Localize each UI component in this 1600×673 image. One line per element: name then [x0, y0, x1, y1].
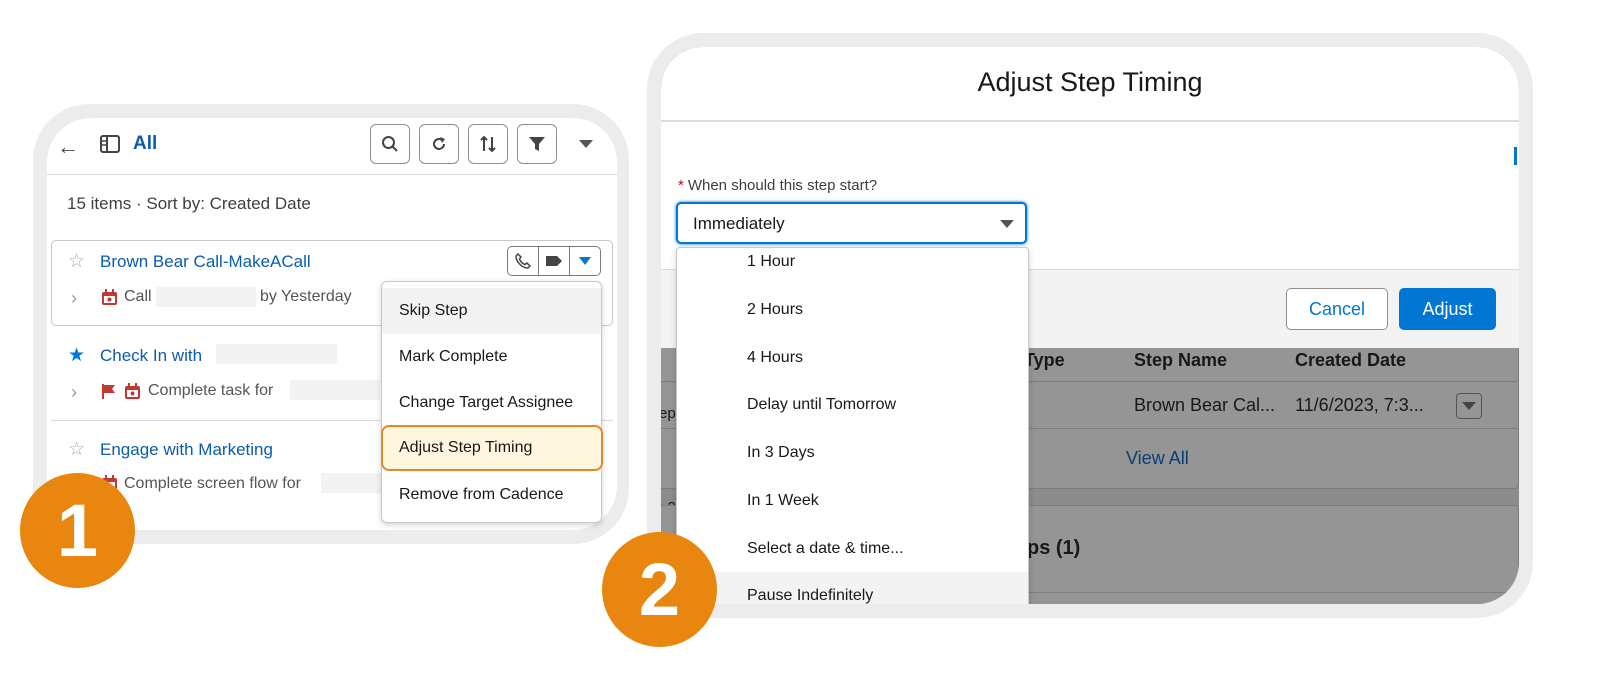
modal-title: Adjust Step Timing [977, 67, 1203, 97]
background-col-created-date: Created Date [1295, 350, 1407, 370]
option-2-hours[interactable]: 2 Hours [677, 286, 1028, 333]
item-action-group [507, 246, 601, 276]
option-1-hour[interactable]: 1 Hour [677, 248, 1028, 285]
menu-item-remove-from-cadence[interactable]: Remove from Cadence [382, 472, 601, 518]
required-marker: * [678, 177, 684, 194]
flag-icon [102, 384, 115, 399]
cancel-button[interactable]: Cancel [1286, 288, 1388, 330]
menu-item-skip-step[interactable]: Skip Step [382, 288, 601, 334]
menu-item-change-target-assignee[interactable]: Change Target Assignee [382, 380, 601, 426]
search-icon [382, 136, 398, 152]
list-item-count: 15 items · Sort by: Created Date [67, 194, 311, 213]
star-filled-icon[interactable]: ★ [68, 344, 85, 367]
background-row-created: 11/6/2023, 7:3... [1295, 395, 1424, 415]
filter-button[interactable] [517, 124, 557, 164]
filter-icon [529, 137, 545, 151]
refresh-icon [433, 137, 445, 150]
refresh-button[interactable] [419, 124, 459, 164]
chevron-right-icon[interactable]: › [71, 382, 77, 403]
background-scroll-accent [1514, 147, 1517, 165]
menu-item-mark-complete[interactable]: Mark Complete [382, 334, 601, 380]
item-due: by Yesterday [260, 288, 352, 305]
background-row-menu-button [1456, 393, 1482, 419]
back-arrow-icon[interactable]: ← [57, 134, 79, 160]
star-outline-icon[interactable]: ☆ [68, 250, 85, 273]
step-start-combobox[interactable]: Immediately [676, 202, 1027, 244]
option-in-1-week[interactable]: In 1 Week [677, 477, 1028, 524]
item-subtype: Call [124, 288, 152, 305]
redacted-name [156, 287, 256, 307]
search-button[interactable] [370, 124, 410, 164]
combobox-value: Immediately [693, 214, 785, 233]
background-col-step-name: Step Name [1134, 350, 1228, 370]
option-4-hours[interactable]: 4 Hours [677, 334, 1028, 381]
when-start-label-text: When should this step start? [687, 177, 878, 194]
calendar-icon [125, 383, 140, 399]
sort-arrows-icon [480, 135, 496, 153]
menu-item-adjust-step-timing[interactable]: Adjust Step Timing [381, 425, 603, 471]
option-select-date-time[interactable]: Select a date & time... [677, 525, 1028, 572]
modal-header-divider [661, 120, 1519, 122]
chevron-down-icon [1462, 402, 1476, 410]
chevron-down-icon [579, 257, 591, 265]
list-item-title[interactable]: Engage with Marketing [100, 440, 273, 460]
list-item-title[interactable]: Brown Bear Call-MakeACall [100, 252, 311, 272]
chevron-down-icon [579, 140, 593, 148]
chevron-down-icon [1000, 220, 1014, 228]
list-item-title[interactable]: Check In with [100, 346, 202, 366]
tag-icon [546, 256, 562, 266]
redacted-name [216, 344, 337, 364]
option-in-3-days[interactable]: In 3 Days [677, 429, 1028, 476]
step-badge-2: 2 [602, 532, 717, 647]
chevron-right-icon[interactable]: › [71, 288, 77, 309]
item-subtype: Complete task for [148, 382, 274, 399]
label-button[interactable] [539, 247, 570, 275]
background-view-all-link: View All [1126, 448, 1189, 468]
when-start-label: * When should this step start? [678, 177, 877, 194]
background-side-text: ep [661, 405, 676, 422]
redacted-name [290, 380, 380, 400]
option-pause-indefinitely[interactable]: Pause Indefinitely [677, 572, 1028, 604]
step-actions-menu: Skip Step Mark Complete Change Target As… [381, 281, 603, 523]
item-subtype: Complete screen flow for [124, 475, 301, 492]
list-view-name[interactable]: All [133, 133, 157, 155]
call-button[interactable] [508, 247, 539, 275]
more-actions-button[interactable] [570, 247, 600, 275]
redacted-name [321, 473, 381, 493]
adjust-button[interactable]: Adjust [1399, 288, 1496, 330]
sort-button[interactable] [468, 124, 508, 164]
list-menu-button[interactable] [579, 140, 593, 148]
split-view-icon[interactable] [100, 135, 120, 153]
step-start-options-list: 1 Hour 2 Hours 4 Hours Delay until Tomor… [676, 247, 1029, 604]
star-outline-icon[interactable]: ☆ [68, 438, 85, 461]
option-delay-until-tomorrow[interactable]: Delay until Tomorrow [677, 381, 1028, 428]
phone-icon [515, 253, 531, 269]
panel2-modal-screen: t Type Step Name Created Date ct Brown B… [661, 47, 1519, 604]
calendar-icon [102, 289, 117, 305]
background-section-title: ps (1) [1027, 537, 1081, 559]
background-row-step: Brown Bear Cal... [1134, 395, 1276, 415]
step-badge-1: 1 [20, 473, 135, 588]
